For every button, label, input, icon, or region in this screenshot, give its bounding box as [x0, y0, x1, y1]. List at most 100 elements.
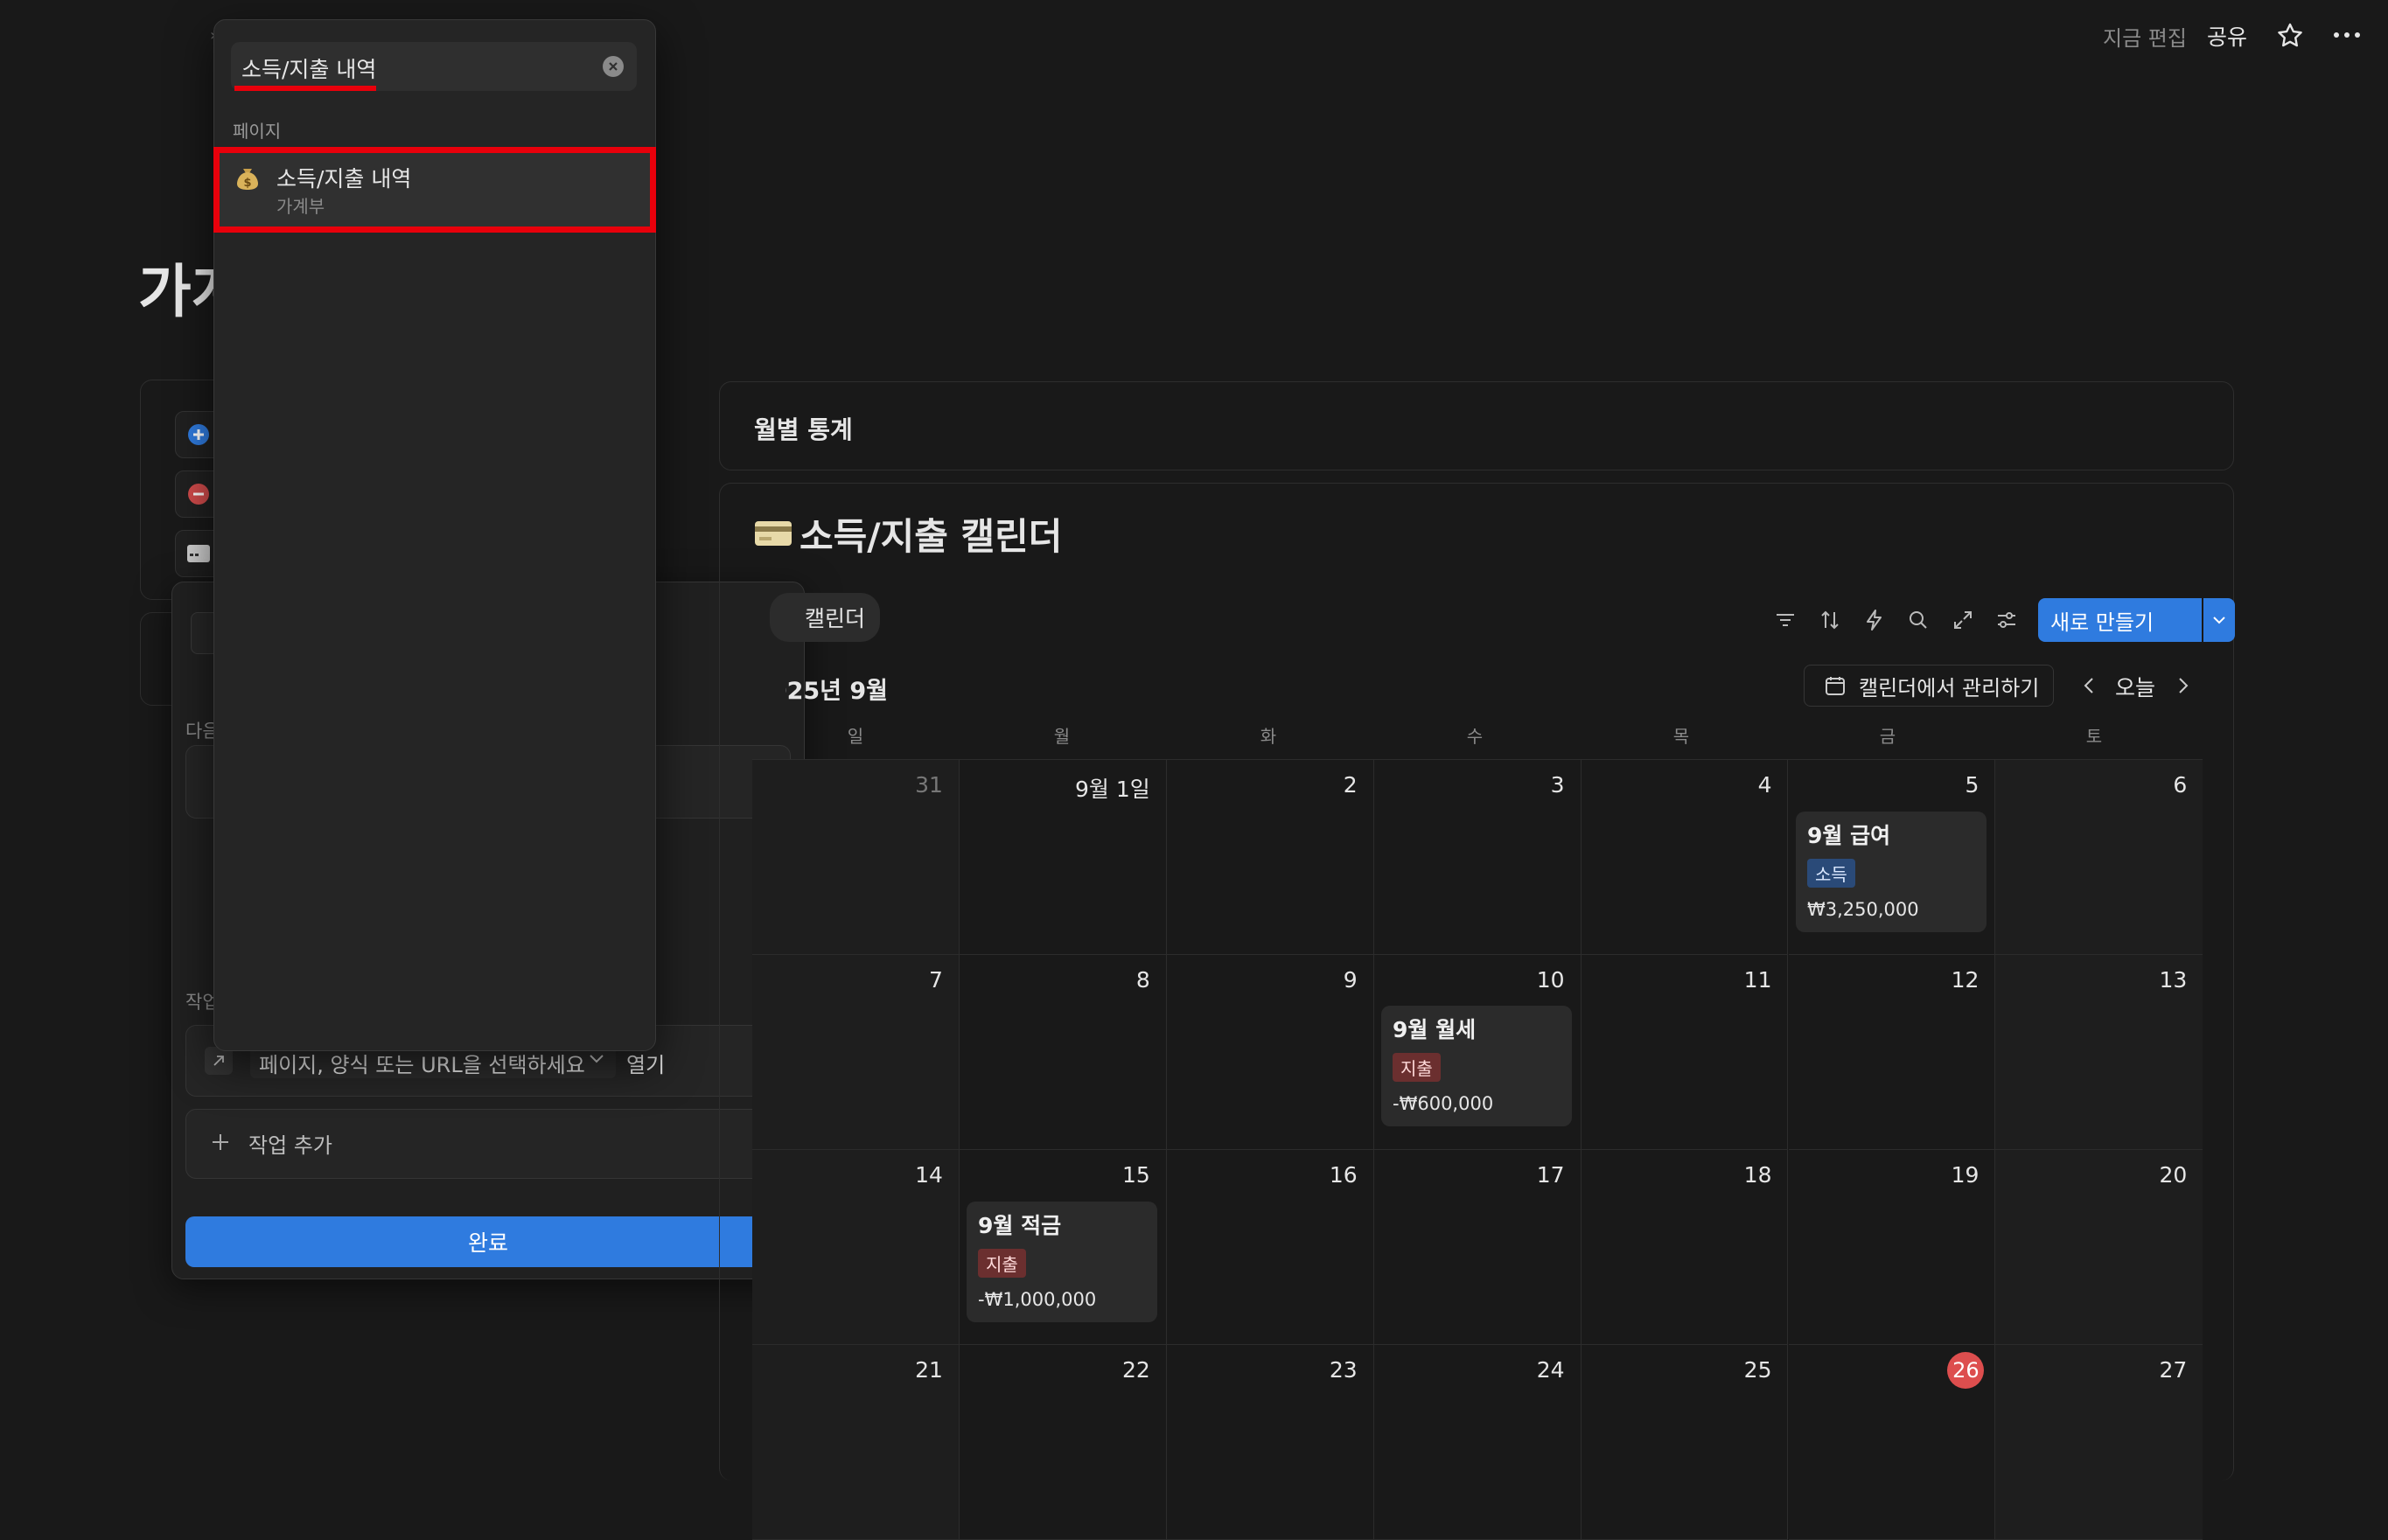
search-query: 소득/지출 내역 [241, 57, 377, 82]
more-options-icon[interactable] [2331, 26, 2363, 44]
weekday-mon: 월 [1053, 726, 1071, 747]
calendar-day-cell[interactable]: 20 [1995, 1150, 2203, 1345]
day-number: 15 [1121, 1162, 1150, 1188]
calendar-day-cell[interactable]: 31 [752, 760, 960, 955]
plus-icon [210, 1132, 231, 1153]
manage-in-calendar-button[interactable]: 캘린더에서 관리하기 [1804, 665, 2054, 707]
monthly-stats-title: 월별 통계 [754, 415, 853, 444]
event-amount: -₩600,000 [1393, 1093, 1494, 1114]
calendar-day-cell[interactable]: 25 [1581, 1345, 1789, 1540]
calendar-day-cell[interactable]: 2 [1166, 760, 1374, 955]
month-label: 2025년 9월 [786, 678, 889, 705]
result-highlight-box [213, 147, 656, 233]
next-month-icon[interactable] [2175, 675, 2192, 696]
chevron-down-icon [2213, 617, 2225, 624]
share-button[interactable]: 공유 [2207, 20, 2247, 52]
calendar-day-cell[interactable]: 24 [1373, 1345, 1582, 1540]
calendar-day-cell[interactable]: 21 [752, 1345, 960, 1540]
day-number: 14 [915, 1162, 943, 1188]
add-action-label: 작업 추가 [248, 1133, 332, 1158]
calendar-day-cell[interactable]: 8 [959, 955, 1167, 1150]
event-amount: -₩1,000,000 [978, 1289, 1097, 1310]
weekday-tue: 화 [1260, 726, 1277, 747]
expand-icon[interactable] [1952, 609, 1974, 631]
day-number: 23 [1329, 1357, 1358, 1383]
calendar-day-cell[interactable]: 17 [1373, 1150, 1582, 1345]
calendar-day-cell[interactable]: 23 [1166, 1345, 1374, 1540]
event-tag: 지출 [1393, 1053, 1441, 1082]
clear-search-icon[interactable] [602, 55, 625, 78]
weekday-sun: 일 [847, 726, 864, 747]
day-number: 25 [1743, 1357, 1772, 1383]
new-button-label: 새로 만들기 [2050, 610, 2154, 635]
section-label-pages: 페이지 [233, 121, 282, 142]
automation-bolt-icon[interactable] [1863, 609, 1886, 631]
calendar-day-cell[interactable]: 11 [1581, 955, 1789, 1150]
event-tag: 지출 [978, 1249, 1026, 1278]
event-amount: ₩3,250,000 [1807, 899, 1919, 920]
calendar-title: 소득/지출 캘린더 [799, 515, 1063, 558]
calendar-day-cell[interactable]: 7 [752, 955, 960, 1150]
calendar-day-cell[interactable]: 13 [1995, 955, 2203, 1150]
day-number: 6 [2173, 772, 2188, 798]
filter-icon[interactable] [1774, 609, 1797, 631]
calendar-day-cell[interactable]: 6 [1995, 760, 2203, 955]
prev-month-icon[interactable] [2080, 675, 2098, 696]
sort-icon[interactable] [1819, 609, 1841, 631]
day-number: 27 [2159, 1357, 2188, 1383]
day-number: 12 [1951, 967, 1980, 993]
calendar-day-cell[interactable]: 22 [959, 1345, 1167, 1540]
calendar-day-cell[interactable]: 14 [752, 1150, 960, 1345]
day-number: 3 [1550, 772, 1565, 798]
today-date-badge: 26 [1947, 1352, 1985, 1389]
weekday-sat: 토 [2085, 726, 2103, 747]
search-underline [234, 86, 376, 91]
calendar-day-cell[interactable]: 27 [1995, 1345, 2203, 1540]
monthly-stats-panel[interactable] [719, 381, 2234, 470]
search-icon[interactable] [1907, 609, 1930, 631]
chevron-down-icon [588, 1053, 605, 1065]
day-number: 11 [1743, 967, 1772, 993]
today-button[interactable]: 오늘 [2115, 671, 2155, 702]
day-number: 22 [1121, 1357, 1150, 1383]
day-number: 19 [1951, 1162, 1980, 1188]
manage-label: 캘린더에서 관리하기 [1859, 675, 2040, 700]
calendar-day-cell[interactable]: 9월 1일 [959, 760, 1167, 955]
edited-status: 지금 편집 [2103, 26, 2187, 51]
event-tag: 소득 [1807, 859, 1855, 888]
day-number: 31 [915, 772, 943, 798]
settings-sliders-icon[interactable] [1995, 609, 2018, 631]
day-number: 10 [1536, 967, 1565, 993]
favorite-star-icon[interactable] [2275, 21, 2305, 51]
calendar-day-cell[interactable]: 4 [1581, 760, 1789, 955]
new-button-dropdown[interactable] [2203, 598, 2235, 642]
day-number: 24 [1536, 1357, 1565, 1383]
tab-calendar-label: 캘린더 [805, 606, 866, 631]
done-button[interactable]: 완료 [185, 1216, 791, 1267]
day-number: 7 [928, 967, 943, 993]
open-label: 열기 [626, 1053, 666, 1077]
calendar-icon [1826, 677, 1845, 695]
day-number: 5 [1965, 772, 1980, 798]
calendar-day-cell[interactable]: 18 [1581, 1150, 1789, 1345]
day-number: 2 [1343, 772, 1358, 798]
day-number: 13 [2159, 967, 2188, 993]
day-number: 9월 1일 [1075, 777, 1150, 802]
day-number: 8 [1135, 967, 1150, 993]
new-button[interactable]: 새로 만들기 [2038, 598, 2202, 642]
day-number: 18 [1743, 1162, 1772, 1188]
weekday-header: 일 월 화 수 목 금 토 [752, 722, 2197, 748]
day-number: 9 [1343, 967, 1358, 993]
calendar-day-cell[interactable]: 19 [1788, 1150, 1996, 1345]
weekday-fri: 금 [1879, 726, 1896, 747]
calendar-day-cell[interactable]: 9 [1166, 955, 1374, 1150]
day-number: 21 [915, 1357, 943, 1383]
calendar-day-cell[interactable]: 3 [1373, 760, 1582, 955]
page-selector-text: 페이지, 양식 또는 URL을 선택하세요 [259, 1053, 585, 1077]
calendar-day-cell[interactable]: 26 [1788, 1345, 1996, 1540]
tab-calendar-view[interactable]: 캘린더 [770, 593, 880, 642]
calendar-day-cell[interactable]: 12 [1788, 955, 1996, 1150]
day-number: 17 [1536, 1162, 1565, 1188]
calendar-day-cell[interactable]: 16 [1166, 1150, 1374, 1345]
day-number: 16 [1329, 1162, 1358, 1188]
